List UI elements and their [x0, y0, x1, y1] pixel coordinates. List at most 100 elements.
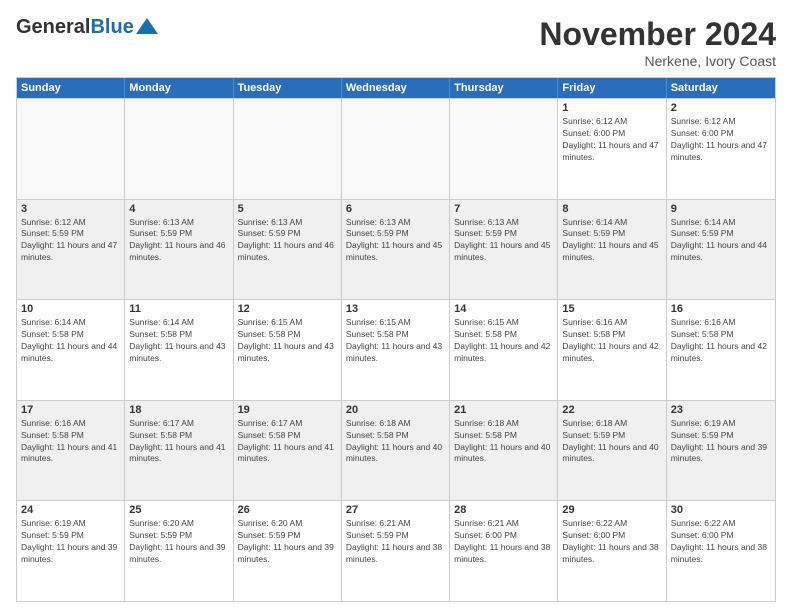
day-number: 21	[454, 404, 553, 416]
day-info: Sunrise: 6:20 AM Sunset: 5:59 PM Dayligh…	[129, 518, 228, 566]
day-info: Sunrise: 6:17 AM Sunset: 5:58 PM Dayligh…	[238, 418, 337, 466]
day-info: Sunrise: 6:16 AM Sunset: 5:58 PM Dayligh…	[21, 418, 120, 466]
cal-cell: 12Sunrise: 6:15 AM Sunset: 5:58 PM Dayli…	[234, 300, 342, 400]
calendar: SundayMondayTuesdayWednesdayThursdayFrid…	[16, 77, 776, 602]
cal-cell: 25 Sunrise: 6:20 AM Sunset: 5:59 PM Dayli…	[125, 501, 233, 601]
cal-cell: 8Sunrise: 6:14 AM Sunset: 5:59 PM Daylig…	[558, 200, 666, 300]
day-info: Sunrise: 6:13 AM Sunset: 5:59 PM Dayligh…	[454, 217, 553, 265]
cal-cell: 29Sunrise: 6:22 AM Sunset: 6:00 PM Dayli…	[558, 501, 666, 601]
cal-cell: 22 Sunrise: 6:18 AM Sunset: 5:59 PM Dayli…	[558, 401, 666, 501]
day-number: 14	[454, 303, 553, 315]
day-number: 7	[454, 203, 553, 215]
day-number: 27	[346, 504, 445, 516]
day-info: Sunrise: 6:17 AM Sunset: 5:58 PM Dayligh…	[129, 418, 228, 466]
day-number: 11	[129, 303, 228, 315]
day-info: Sunrise: 6:22 AM Sunset: 6:00 PM Dayligh…	[671, 518, 771, 566]
cal-cell: 9 Sunrise: 6:14 AM Sunset: 5:59 PM Daylig…	[667, 200, 775, 300]
day-number: 3	[21, 203, 120, 215]
title-block: November 2024 Nerkene, Ivory Coast	[539, 16, 776, 69]
day-info: Sunrise: 6:18 AM Sunset: 5:59 PM Dayligh…	[562, 418, 661, 466]
day-info: Sunrise: 6:14 AM Sunset: 5:59 PM Dayligh…	[671, 217, 771, 265]
day-info: Sunrise: 6:12 AM Sunset: 6:00 PM Dayligh…	[671, 116, 771, 164]
cal-cell: 5 Sunrise: 6:13 AM Sunset: 5:59 PM Daylig…	[234, 200, 342, 300]
day-info: Sunrise: 6:21 AM Sunset: 5:59 PM Dayligh…	[346, 518, 445, 566]
cal-cell: 7 Sunrise: 6:13 AM Sunset: 5:59 PM Daylig…	[450, 200, 558, 300]
day-number: 13	[346, 303, 445, 315]
day-info: Sunrise: 6:19 AM Sunset: 5:59 PM Dayligh…	[21, 518, 120, 566]
cal-cell: 11 Sunrise: 6:14 AM Sunset: 5:58 PM Dayli…	[125, 300, 233, 400]
day-number: 15	[562, 303, 661, 315]
cal-header-thursday: Thursday	[450, 78, 558, 98]
cal-cell	[234, 99, 342, 199]
day-info: Sunrise: 6:18 AM Sunset: 5:58 PM Dayligh…	[346, 418, 445, 466]
day-info: Sunrise: 6:14 AM Sunset: 5:58 PM Dayligh…	[21, 317, 120, 365]
cal-cell: 15 Sunrise: 6:16 AM Sunset: 5:58 PM Dayli…	[558, 300, 666, 400]
logo-icon	[136, 18, 158, 34]
cal-header-tuesday: Tuesday	[234, 78, 342, 98]
cal-cell: 1 Sunrise: 6:12 AM Sunset: 6:00 PM Daylig…	[558, 99, 666, 199]
day-number: 25	[129, 504, 228, 516]
cal-cell: 6 Sunrise: 6:13 AM Sunset: 5:59 PM Daylig…	[342, 200, 450, 300]
day-number: 19	[238, 404, 337, 416]
logo-text: GeneralBlue	[16, 16, 134, 39]
cal-cell	[450, 99, 558, 199]
day-number: 20	[346, 404, 445, 416]
day-info: Sunrise: 6:15 AM Sunset: 5:58 PM Dayligh…	[346, 317, 445, 365]
day-info: Sunrise: 6:13 AM Sunset: 5:59 PM Dayligh…	[346, 217, 445, 265]
cal-cell: 19 Sunrise: 6:17 AM Sunset: 5:58 PM Dayli…	[234, 401, 342, 501]
cal-cell: 3 Sunrise: 6:12 AM Sunset: 5:59 PM Daylig…	[17, 200, 125, 300]
day-info: Sunrise: 6:21 AM Sunset: 6:00 PM Dayligh…	[454, 518, 553, 566]
day-number: 26	[238, 504, 337, 516]
cal-cell: 21 Sunrise: 6:18 AM Sunset: 5:58 PM Dayli…	[450, 401, 558, 501]
day-number: 28	[454, 504, 553, 516]
day-info: Sunrise: 6:20 AM Sunset: 5:59 PM Dayligh…	[238, 518, 337, 566]
cal-cell: 17 Sunrise: 6:16 AM Sunset: 5:58 PM Dayli…	[17, 401, 125, 501]
cal-cell: 24 Sunrise: 6:19 AM Sunset: 5:59 PM Dayli…	[17, 501, 125, 601]
cal-week-5: 24 Sunrise: 6:19 AM Sunset: 5:59 PM Dayli…	[17, 500, 775, 601]
logo: GeneralBlue	[16, 16, 158, 39]
cal-header-sunday: Sunday	[17, 78, 125, 98]
day-number: 30	[671, 504, 771, 516]
cal-cell	[17, 99, 125, 199]
cal-cell: 23Sunrise: 6:19 AM Sunset: 5:59 PM Dayli…	[667, 401, 775, 501]
cal-cell: 20 Sunrise: 6:18 AM Sunset: 5:58 PM Dayli…	[342, 401, 450, 501]
logo-general: General	[16, 16, 90, 38]
day-number: 8	[562, 203, 661, 215]
calendar-header-row: SundayMondayTuesdayWednesdayThursdayFrid…	[17, 78, 775, 98]
cal-header-friday: Friday	[558, 78, 666, 98]
cal-week-3: 10Sunrise: 6:14 AM Sunset: 5:58 PM Dayli…	[17, 299, 775, 400]
day-info: Sunrise: 6:19 AM Sunset: 5:59 PM Dayligh…	[671, 418, 771, 466]
logo-blue: Blue	[90, 16, 133, 38]
day-number: 22	[562, 404, 661, 416]
cal-cell	[125, 99, 233, 199]
day-number: 1	[562, 102, 661, 114]
day-info: Sunrise: 6:15 AM Sunset: 5:58 PM Dayligh…	[238, 317, 337, 365]
cal-header-saturday: Saturday	[667, 78, 775, 98]
day-number: 9	[671, 203, 771, 215]
day-number: 17	[21, 404, 120, 416]
cal-header-wednesday: Wednesday	[342, 78, 450, 98]
day-info: Sunrise: 6:16 AM Sunset: 5:58 PM Dayligh…	[562, 317, 661, 365]
header: GeneralBlue November 2024 Nerkene, Ivory…	[16, 16, 776, 69]
day-info: Sunrise: 6:12 AM Sunset: 5:59 PM Dayligh…	[21, 217, 120, 265]
day-info: Sunrise: 6:14 AM Sunset: 5:58 PM Dayligh…	[129, 317, 228, 365]
cal-week-4: 17 Sunrise: 6:16 AM Sunset: 5:58 PM Dayli…	[17, 400, 775, 501]
day-info: Sunrise: 6:13 AM Sunset: 5:59 PM Dayligh…	[238, 217, 337, 265]
month-title: November 2024	[539, 16, 776, 53]
cal-cell: 13 Sunrise: 6:15 AM Sunset: 5:58 PM Dayli…	[342, 300, 450, 400]
day-number: 16	[671, 303, 771, 315]
cal-cell: 18 Sunrise: 6:17 AM Sunset: 5:58 PM Dayli…	[125, 401, 233, 501]
day-number: 5	[238, 203, 337, 215]
day-info: Sunrise: 6:12 AM Sunset: 6:00 PM Dayligh…	[562, 116, 661, 164]
cal-week-2: 3 Sunrise: 6:12 AM Sunset: 5:59 PM Daylig…	[17, 199, 775, 300]
day-info: Sunrise: 6:16 AM Sunset: 5:58 PM Dayligh…	[671, 317, 771, 365]
cal-cell: 14Sunrise: 6:15 AM Sunset: 5:58 PM Dayli…	[450, 300, 558, 400]
cal-cell: 4Sunrise: 6:13 AM Sunset: 5:59 PM Daylig…	[125, 200, 233, 300]
day-number: 29	[562, 504, 661, 516]
day-info: Sunrise: 6:18 AM Sunset: 5:58 PM Dayligh…	[454, 418, 553, 466]
page: GeneralBlue November 2024 Nerkene, Ivory…	[0, 0, 792, 612]
day-number: 24	[21, 504, 120, 516]
day-number: 18	[129, 404, 228, 416]
day-number: 6	[346, 203, 445, 215]
cal-header-monday: Monday	[125, 78, 233, 98]
